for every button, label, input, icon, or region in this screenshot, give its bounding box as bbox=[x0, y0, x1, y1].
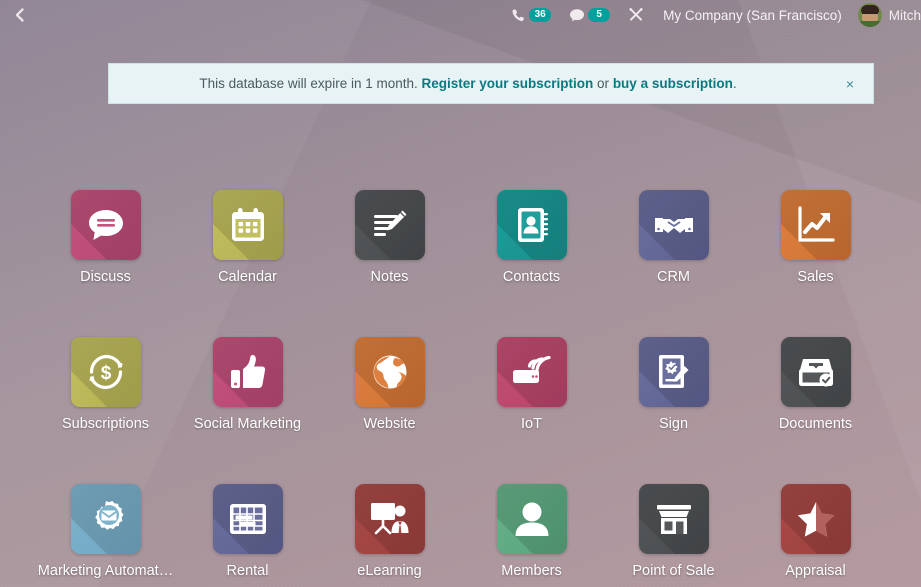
app-tile-point-of-sale[interactable]: Point of Sale bbox=[603, 484, 745, 579]
app-tile-label: Website bbox=[363, 416, 416, 432]
elearning-board-icon bbox=[354, 484, 425, 554]
point-of-sale-shop-icon bbox=[638, 484, 709, 554]
app-tile-label: Rental bbox=[226, 563, 269, 579]
back-button[interactable] bbox=[0, 0, 40, 30]
app-tile-label: Discuss bbox=[80, 269, 131, 285]
app-tile-contacts[interactable]: Contacts bbox=[461, 190, 603, 285]
app-tile-label: IoT bbox=[521, 416, 542, 432]
app-tile-label: Subscriptions bbox=[61, 416, 150, 432]
app-tile-subscriptions[interactable]: $ Subscriptions bbox=[35, 337, 177, 432]
app-tile-rental[interactable]: Rental bbox=[177, 484, 319, 579]
activity-count-badge: 36 bbox=[529, 8, 552, 22]
messages-button[interactable]: 5 bbox=[560, 0, 619, 30]
sales-chart-icon bbox=[780, 190, 851, 260]
app-tile-iot[interactable]: IoT bbox=[461, 337, 603, 432]
app-tile-appraisal[interactable]: Appraisal bbox=[745, 484, 887, 579]
app-tile-label: Contacts bbox=[502, 269, 561, 285]
app-tile-label: Notes bbox=[370, 269, 409, 285]
appraisal-star-icon bbox=[780, 484, 851, 554]
rental-grid-icon bbox=[212, 484, 283, 554]
app-tile-social-marketing[interactable]: Social Marketing bbox=[177, 337, 319, 432]
notes-icon bbox=[354, 190, 425, 260]
app-tile-members[interactable]: Members bbox=[461, 484, 603, 579]
chevron-left-icon bbox=[15, 8, 24, 22]
app-tile-label: Appraisal bbox=[785, 563, 846, 579]
app-tile-discuss[interactable]: Discuss bbox=[35, 190, 177, 285]
app-tile-label: Sales bbox=[797, 269, 834, 285]
phone-icon bbox=[511, 8, 526, 23]
user-menu[interactable]: Mitch bbox=[852, 3, 921, 27]
app-tile-crm[interactable]: CRM bbox=[603, 190, 745, 285]
app-tile-notes[interactable]: Notes bbox=[319, 190, 461, 285]
register-subscription-link[interactable]: Register your subscription bbox=[422, 76, 594, 91]
website-globe-icon bbox=[354, 337, 425, 407]
buy-subscription-link[interactable]: buy a subscription bbox=[613, 76, 733, 91]
app-tile-website[interactable]: Website bbox=[319, 337, 461, 432]
banner-message: This database will expire in 1 month. Re… bbox=[109, 76, 827, 91]
social-thumb-icon bbox=[212, 337, 283, 407]
app-tile-label: Calendar bbox=[218, 269, 277, 285]
company-selector[interactable]: My Company (San Francisco) bbox=[653, 8, 852, 23]
app-tile-label: Social Marketing bbox=[193, 416, 302, 432]
crm-handshake-icon bbox=[638, 190, 709, 260]
members-person-icon bbox=[496, 484, 567, 554]
calendar-icon bbox=[212, 190, 283, 260]
documents-tray-icon bbox=[780, 337, 851, 407]
app-tile-label: eLearning bbox=[357, 563, 422, 579]
marketing-gear-mail-icon bbox=[70, 484, 141, 554]
subscription-expiry-banner: This database will expire in 1 month. Re… bbox=[108, 63, 874, 104]
app-tile-label: Members bbox=[501, 563, 562, 579]
discuss-icon bbox=[70, 190, 141, 260]
subscriptions-icon: $ bbox=[70, 337, 141, 407]
top-navigation-bar: 36 5 My Company (San Francisco) Mitch bbox=[0, 0, 921, 30]
user-name-label: Mitch bbox=[888, 7, 921, 23]
app-tile-label: Marketing Automat… bbox=[37, 563, 174, 579]
svg-text:$: $ bbox=[100, 363, 111, 384]
apps-settings-button[interactable] bbox=[619, 0, 653, 30]
tools-cross-icon bbox=[628, 7, 644, 23]
app-tile-label: CRM bbox=[656, 269, 691, 285]
app-tile-sign[interactable]: Sign bbox=[603, 337, 745, 432]
banner-text-before: This database will expire in 1 month. bbox=[199, 76, 422, 91]
messages-count-badge: 5 bbox=[588, 8, 611, 22]
banner-text-after: . bbox=[732, 76, 737, 91]
app-tile-documents[interactable]: Documents bbox=[745, 337, 887, 432]
phone-button[interactable]: 36 bbox=[502, 0, 560, 30]
app-tile-marketing-automat[interactable]: Marketing Automat… bbox=[35, 484, 177, 579]
app-grid: Discuss Calendar Notes Contacts CRM Sale… bbox=[0, 190, 921, 587]
app-tile-label: Sign bbox=[658, 416, 689, 432]
iot-signal-icon bbox=[496, 337, 567, 407]
contacts-icon bbox=[496, 190, 567, 260]
close-icon[interactable]: × bbox=[827, 76, 873, 92]
banner-text-or: or bbox=[593, 76, 613, 91]
app-tile-calendar[interactable]: Calendar bbox=[177, 190, 319, 285]
app-tile-label: Point of Sale bbox=[632, 563, 715, 579]
chat-bubble-icon bbox=[569, 8, 585, 23]
sign-document-icon bbox=[638, 337, 709, 407]
app-tile-sales[interactable]: Sales bbox=[745, 190, 887, 285]
app-tile-label: Documents bbox=[778, 416, 853, 432]
app-tile-elearning[interactable]: eLearning bbox=[319, 484, 461, 579]
avatar bbox=[857, 3, 882, 27]
